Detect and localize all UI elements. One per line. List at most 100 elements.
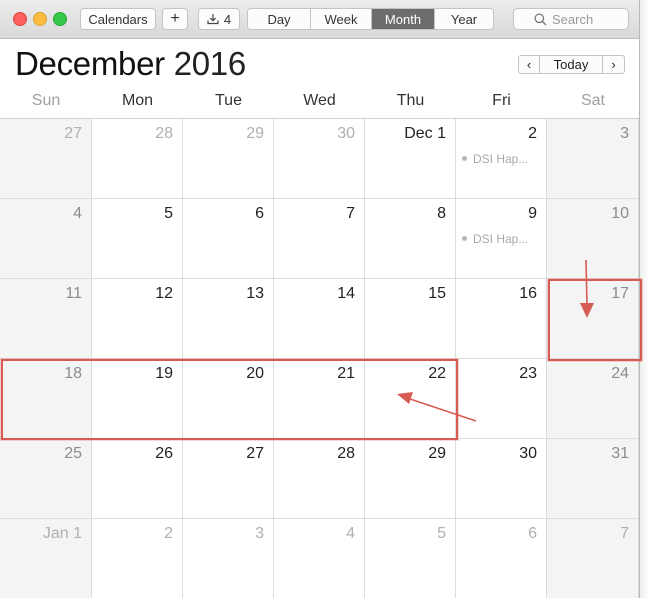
view-tab-week[interactable]: Week <box>311 9 372 29</box>
event-title: DSI Hap... <box>473 152 529 166</box>
day-cell[interactable]: 30 <box>456 439 547 519</box>
day-cell[interactable]: 27 <box>183 439 274 519</box>
chevron-right-icon: › <box>611 57 616 72</box>
previous-month-button[interactable]: ‹ <box>518 55 540 74</box>
day-number: 5 <box>437 525 446 542</box>
day-cell[interactable]: 4 <box>274 519 365 598</box>
day-number: 14 <box>337 285 355 302</box>
day-number: 7 <box>620 525 629 542</box>
calendar-event[interactable]: DSI Hap... <box>462 152 528 166</box>
day-number: 7 <box>346 205 355 222</box>
day-number: 12 <box>155 285 173 302</box>
day-number: 28 <box>155 125 173 142</box>
day-cell[interactable]: 4 <box>0 199 92 279</box>
highlight-box-week-18-22 <box>1 359 458 440</box>
day-number: 8 <box>437 205 446 222</box>
day-cell[interactable]: 30 <box>274 119 365 199</box>
day-number: 10 <box>611 205 629 222</box>
day-cell[interactable]: 14 <box>274 279 365 359</box>
event-dot-icon <box>462 236 467 242</box>
view-tab-month[interactable]: Month <box>372 9 435 29</box>
day-cell[interactable]: 31 <box>547 439 639 519</box>
day-number: 26 <box>155 445 173 462</box>
day-number: 3 <box>255 525 264 542</box>
day-number: 31 <box>611 445 629 462</box>
day-number: 6 <box>255 205 264 222</box>
calendars-button[interactable]: Calendars <box>80 8 156 30</box>
day-number: 2 <box>528 125 537 142</box>
search-placeholder: Search <box>552 11 594 27</box>
day-cell[interactable]: 25 <box>0 439 92 519</box>
day-number: 28 <box>337 445 355 462</box>
inbox-button[interactable]: 4 <box>198 8 240 30</box>
day-cell[interactable]: 8 <box>365 199 456 279</box>
weekday-label-sun: Sun <box>31 92 61 109</box>
day-cell[interactable]: 28 <box>92 119 183 199</box>
day-number: 6 <box>528 525 537 542</box>
day-number: 16 <box>519 285 537 302</box>
day-number: 29 <box>428 445 446 462</box>
day-cell[interactable]: 12 <box>92 279 183 359</box>
weekday-label-tue: Tue <box>215 92 242 109</box>
year-label: 2016 <box>173 45 247 82</box>
day-number: 2 <box>164 525 173 542</box>
day-cell[interactable]: 24 <box>547 359 639 439</box>
event-title: DSI Hap... <box>473 232 529 246</box>
day-cell[interactable]: 29 <box>365 439 456 519</box>
view-tab-year[interactable]: Year <box>435 9 493 29</box>
day-number: 30 <box>337 125 355 142</box>
day-number: 11 <box>65 285 82 302</box>
weekday-label-thu: Thu <box>396 92 425 109</box>
day-number: Dec 1 <box>404 125 446 142</box>
view-segmented-control: Day Week Month Year <box>247 8 494 30</box>
day-cell[interactable]: Dec 1 <box>365 119 456 199</box>
day-cell[interactable]: 7 <box>547 519 639 598</box>
search-field[interactable]: Search <box>513 8 629 30</box>
day-cell[interactable]: Jan 1 <box>0 519 92 598</box>
day-number: 5 <box>164 205 173 222</box>
today-button[interactable]: Today <box>539 55 603 74</box>
toolbar: Calendars + 4 Day Week Month Year Search <box>0 0 639 39</box>
day-cell[interactable]: 2 <box>92 519 183 598</box>
day-number: 4 <box>346 525 355 542</box>
day-cell[interactable]: 7 <box>274 199 365 279</box>
day-cell[interactable]: 6 <box>456 519 547 598</box>
day-number: 27 <box>246 445 264 462</box>
day-cell[interactable]: 29 <box>183 119 274 199</box>
day-number: 27 <box>64 125 82 142</box>
day-number: 29 <box>246 125 264 142</box>
day-cell[interactable]: 15 <box>365 279 456 359</box>
day-cell[interactable]: 3 <box>547 119 639 199</box>
day-cell[interactable]: 10 <box>547 199 639 279</box>
day-cell[interactable]: 16 <box>456 279 547 359</box>
month-label: December <box>15 45 165 82</box>
day-cell[interactable]: 3 <box>183 519 274 598</box>
month-year-title: December 2016 <box>15 45 246 83</box>
day-number: Jan 1 <box>42 525 82 542</box>
day-cell[interactable]: 11 <box>0 279 92 359</box>
day-cell[interactable]: 6 <box>183 199 274 279</box>
zoom-window-button[interactable] <box>53 12 67 26</box>
day-cell[interactable]: 28 <box>274 439 365 519</box>
chevron-left-icon: ‹ <box>526 57 532 72</box>
day-number: 3 <box>620 125 629 142</box>
day-cell[interactable]: 13 <box>183 279 274 359</box>
view-tab-day[interactable]: Day <box>248 9 311 29</box>
add-event-button[interactable]: + <box>162 8 188 30</box>
day-cell[interactable]: 23 <box>456 359 547 439</box>
day-number: 4 <box>73 205 82 222</box>
minimize-window-button[interactable] <box>33 12 47 26</box>
day-number: 15 <box>428 285 446 302</box>
day-cell[interactable]: 9 DSI Hap... <box>456 199 547 279</box>
next-month-button[interactable]: › <box>602 55 625 74</box>
calendar-event[interactable]: DSI Hap... <box>462 232 528 246</box>
weekday-label-fri: Fri <box>492 92 511 109</box>
inbox-download-icon <box>207 14 219 25</box>
day-cell[interactable]: 27 <box>0 119 92 199</box>
day-cell[interactable]: 5 <box>92 199 183 279</box>
close-window-button[interactable] <box>13 12 27 26</box>
day-cell[interactable]: 5 <box>365 519 456 598</box>
inbox-count: 4 <box>223 11 232 27</box>
day-cell[interactable]: 26 <box>92 439 183 519</box>
day-cell[interactable]: 2 DSI Hap... <box>456 119 547 199</box>
